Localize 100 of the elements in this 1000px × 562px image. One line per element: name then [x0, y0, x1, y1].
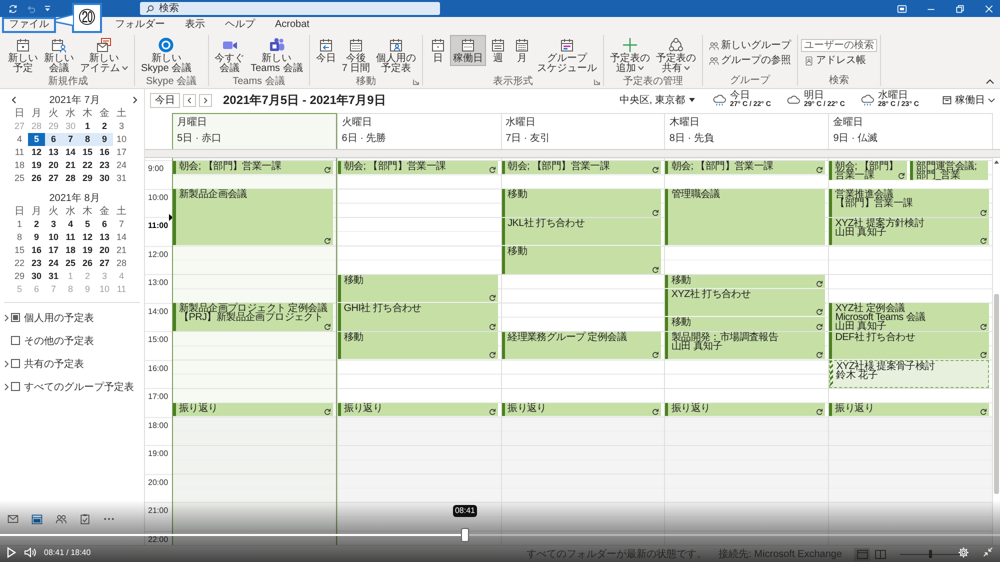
calendar-event[interactable]: 振り返り — [173, 402, 333, 416]
calendar-event[interactable]: 管理職会議 — [665, 189, 826, 245]
calendar-event[interactable]: 製品開発：市場調査報告 山田 真知子 — [665, 332, 826, 359]
calendar-day[interactable]: 23 — [96, 159, 113, 172]
calendar-day[interactable]: 10 — [45, 231, 62, 244]
calendar-day[interactable]: 6 — [96, 218, 113, 231]
ribbon-button[interactable]: 新しい Skype 会議 — [138, 35, 195, 76]
calendar-event[interactable]: 移動 — [502, 246, 662, 274]
calendar-day[interactable]: 11 — [62, 231, 79, 244]
calendar-day[interactable]: 18 — [11, 159, 28, 172]
calendar-event[interactable]: 新製品企画会議 — [173, 189, 333, 245]
restore-icon[interactable] — [955, 4, 965, 14]
calendar-day[interactable]: 13 — [96, 231, 113, 244]
calendar-event[interactable]: 朝会; 【部門】営業一課 — [829, 160, 908, 180]
exit-fullscreen-icon[interactable] — [983, 547, 993, 557]
calendar-day[interactable]: 19 — [79, 244, 96, 257]
zoom-slider-thumb[interactable] — [928, 550, 932, 558]
clipboard-check-icon[interactable] — [79, 513, 91, 525]
calendar-day[interactable]: 31 — [113, 172, 130, 185]
calendar-day[interactable]: 30 — [28, 270, 45, 283]
video-progress-thumb[interactable] — [461, 528, 469, 542]
ribbon-button[interactable]: グループスケジュール — [534, 35, 600, 76]
calendar-day[interactable]: 4 — [11, 133, 28, 146]
calendar-event[interactable]: 振り返り — [665, 402, 826, 416]
previous-button[interactable] — [183, 94, 196, 106]
menu-tab[interactable]: ヘルプ — [218, 17, 262, 33]
play-icon[interactable] — [7, 546, 16, 558]
ribbon-button[interactable]: 新しいグループ — [706, 39, 794, 52]
ribbon-button[interactable]: 今すぐ会議 — [212, 35, 248, 76]
ribbon-button[interactable]: 週 — [486, 35, 510, 66]
ribbon-button[interactable]: 予定表の共有 — [653, 35, 700, 76]
calendar-event[interactable]: 朝会; 【部門】営業一課 — [173, 160, 333, 174]
calendar-day[interactable]: 20 — [45, 159, 62, 172]
envelope-icon[interactable] — [7, 513, 19, 525]
calendar-day[interactable]: 8 — [79, 133, 96, 146]
dialog-launcher-icon[interactable] — [413, 79, 420, 85]
calendar-event[interactable]: JKL社 打ち合わせ — [502, 218, 662, 245]
checkbox[interactable] — [11, 313, 20, 322]
calendar-day[interactable]: 16 — [28, 244, 45, 257]
calendar-day[interactable]: 30 — [96, 172, 113, 185]
calendar-day[interactable]: 29 — [11, 270, 28, 283]
menu-tab[interactable]: ファイル — [2, 17, 56, 33]
ribbon-button[interactable]: グループの参照 — [706, 54, 794, 67]
calendar-event[interactable]: 振り返り — [338, 402, 498, 416]
calendar-day[interactable]: 11 — [11, 146, 28, 159]
ribbon-button[interactable]: アドレス帳 — [801, 54, 870, 67]
people-search-field[interactable]: ユーザーの検索 — [801, 39, 878, 52]
calendar-day[interactable]: 1 — [79, 120, 96, 133]
calendar-day[interactable]: 29 — [79, 172, 96, 185]
calendar-day[interactable]: 1 — [11, 218, 28, 231]
calendar-event[interactable]: 振り返り — [829, 402, 989, 416]
day-header[interactable]: 火曜日 6日 · 先勝 — [336, 113, 501, 149]
calendar-event[interactable]: XYZ社 定例会議 Microsoft Teams 会議 山田 真知子 — [829, 303, 989, 331]
day-header[interactable]: 金曜日 9日 · 仏滅 — [828, 113, 992, 149]
menu-tab[interactable]: 表示 — [178, 17, 212, 33]
calendar-day[interactable]: 31 — [45, 270, 62, 283]
calendar-event[interactable]: 朝会; 【部門】営業一課 — [665, 160, 826, 174]
search-field[interactable]: 検索 — [159, 2, 259, 14]
video-progress-track[interactable] — [0, 528, 1000, 542]
calendar-event[interactable]: 移動 — [338, 274, 498, 302]
expand-chevron-icon[interactable] — [4, 360, 9, 368]
calendar-day[interactable]: 17 — [45, 244, 62, 257]
view-button[interactable] — [854, 548, 870, 560]
chevron-left-icon[interactable] — [11, 96, 17, 104]
ribbon-button[interactable]: 新しい予定 — [5, 35, 41, 76]
calendar-event[interactable]: GHI社 打ち合わせ — [338, 303, 498, 330]
location-dropdown[interactable]: 中央区, 東京都 — [619, 93, 695, 107]
calendar-folder-label[interactable]: すべてのグループ予定表 — [24, 380, 134, 394]
expand-chevron-icon[interactable] — [4, 314, 9, 322]
calendar-event[interactable]: 移動 — [338, 332, 498, 359]
calendar-event[interactable]: XYZ社 提案方針検討 山田 真知子 — [829, 218, 989, 245]
calendar-day[interactable]: 22 — [11, 257, 28, 270]
day-header[interactable]: 水曜日 7日 · 友引 — [500, 113, 664, 149]
collapse-ribbon-icon[interactable] — [986, 79, 994, 84]
calendar-day[interactable]: 9 — [96, 133, 113, 146]
panel-icon[interactable] — [897, 4, 907, 14]
calendar-day[interactable]: 18 — [62, 244, 79, 257]
checkbox[interactable] — [11, 336, 20, 345]
calendar-event[interactable]: XYZ社様 提案骨子検討 鈴木 花子 — [829, 360, 989, 388]
calendar-day[interactable]: 12 — [79, 231, 96, 244]
calendar-event[interactable]: 朝会; 【部門】営業一課 — [502, 160, 662, 174]
calendar-event[interactable]: 振り返り — [502, 402, 662, 416]
calendar-day[interactable]: 2 — [28, 218, 45, 231]
menu-tab[interactable]: Acrobat — [268, 17, 316, 33]
calendar-day[interactable]: 19 — [28, 159, 45, 172]
calendar-day[interactable]: 28 — [62, 172, 79, 185]
volume-icon[interactable] — [24, 546, 36, 558]
calendar-day[interactable]: 12 — [28, 146, 45, 159]
ribbon-button[interactable]: 個人用の予定表 — [373, 35, 420, 76]
menu-tab[interactable]: フォルダー — [108, 17, 172, 33]
ribbon-button[interactable]: 新しい Teams 会議 — [248, 35, 306, 76]
calendar-day[interactable]: 8 — [11, 231, 28, 244]
ribbon-button[interactable]: 今後 7 日間 — [338, 35, 374, 76]
calendar-day[interactable]: 15 — [11, 244, 28, 257]
calendar-day[interactable]: 13 — [45, 146, 62, 159]
calendar-event[interactable]: 部門運営会議; 部門_営業 — [910, 160, 988, 180]
scrollbar-thumb[interactable] — [994, 294, 999, 494]
customize-caret-icon[interactable] — [44, 5, 51, 12]
calendar-day[interactable]: 5 — [79, 218, 96, 231]
calendar-event[interactable]: 朝会; 【部門】営業一課 — [338, 160, 498, 174]
